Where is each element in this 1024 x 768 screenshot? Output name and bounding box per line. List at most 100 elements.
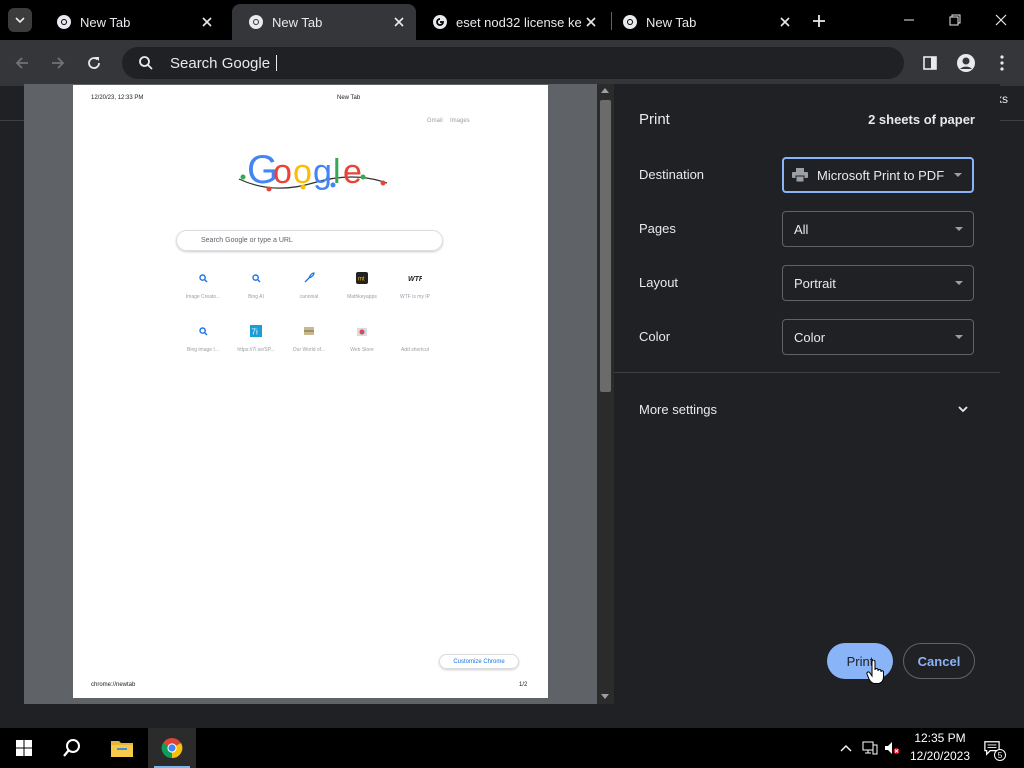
chrome-taskbar-button[interactable] bbox=[148, 728, 196, 768]
color-select[interactable]: Color bbox=[782, 319, 974, 355]
notification-count-badge: 5 bbox=[994, 749, 1006, 761]
close-icon[interactable] bbox=[390, 13, 408, 31]
tab-title: New Tab bbox=[80, 14, 131, 30]
windows-logo-icon bbox=[16, 740, 32, 756]
tab-1[interactable]: New Tab bbox=[40, 4, 224, 40]
file-explorer-button[interactable] bbox=[98, 728, 146, 768]
pages-label: Pages bbox=[639, 221, 676, 236]
print-settings-panel: Print 2 sheets of paper Destination Micr… bbox=[614, 84, 1000, 704]
search-icon bbox=[139, 56, 153, 70]
arrow-right-icon bbox=[52, 57, 65, 69]
layout-select[interactable]: Portrait bbox=[782, 265, 974, 301]
tab-2[interactable]: New Tab bbox=[232, 4, 416, 40]
pages-select[interactable]: All bbox=[782, 211, 974, 247]
menu-button[interactable] bbox=[990, 51, 1014, 75]
chrome-icon bbox=[248, 14, 264, 30]
scroll-down-arrow-icon[interactable] bbox=[601, 694, 609, 699]
destination-value: Microsoft Print to PDF bbox=[817, 167, 945, 183]
side-panel-icon bbox=[923, 56, 937, 70]
omnibox[interactable]: Search Google bbox=[122, 47, 904, 79]
preview-footer-page: 1/2 bbox=[519, 682, 528, 688]
more-settings-toggle[interactable]: More settings bbox=[639, 402, 717, 417]
preview-shortcut: WTF WTF is my IP bbox=[389, 270, 441, 310]
google-icon bbox=[432, 14, 448, 30]
dropdown-arrow-icon bbox=[955, 281, 963, 285]
search-icon bbox=[195, 323, 211, 339]
taskbar-search-button[interactable] bbox=[48, 728, 96, 768]
back-button[interactable] bbox=[10, 51, 34, 75]
tab-strip: New Tab New Tab eset nod32 license key N… bbox=[0, 0, 1024, 40]
tab-title: New Tab bbox=[272, 14, 323, 30]
preview-shortcut: mt Mathkeyapps bbox=[336, 270, 388, 310]
layout-value: Portrait bbox=[794, 275, 836, 291]
preview-scrollbar[interactable] bbox=[597, 84, 614, 704]
show-hidden-icons-button[interactable] bbox=[838, 740, 854, 756]
chrome-icon bbox=[622, 14, 638, 30]
scroll-up-arrow-icon[interactable] bbox=[601, 88, 609, 93]
preview-gmail-link: Gmail bbox=[427, 118, 443, 124]
search-icon bbox=[248, 270, 264, 286]
shortcut-label: Bing AI bbox=[248, 294, 264, 300]
chevron-down-icon bbox=[15, 17, 25, 24]
reload-icon bbox=[88, 57, 100, 69]
preview-customize-chrome: Customize Chrome bbox=[439, 654, 519, 669]
color-value: Color bbox=[794, 329, 826, 345]
color-label: Color bbox=[639, 329, 671, 344]
layout-label: Layout bbox=[639, 275, 679, 290]
close-icon[interactable] bbox=[198, 13, 216, 31]
shortcut-label: Web Store bbox=[350, 347, 374, 353]
7i-icon: 7i bbox=[248, 323, 264, 339]
cancel-button[interactable]: Cancel bbox=[903, 643, 975, 679]
windows-taskbar: 12:35 PM 12/20/2023 bbox=[0, 728, 1024, 768]
search-icon bbox=[195, 270, 211, 286]
start-button[interactable] bbox=[0, 728, 48, 768]
printer-icon bbox=[792, 168, 808, 182]
tab-search-button[interactable] bbox=[8, 8, 32, 32]
plus-icon bbox=[813, 15, 825, 27]
destination-select[interactable]: Microsoft Print to PDF bbox=[782, 157, 974, 193]
tab-3[interactable]: eset nod32 license key bbox=[416, 4, 608, 40]
close-window-button[interactable] bbox=[978, 4, 1024, 36]
shortcut-label: https://7i.se/SP... bbox=[237, 347, 275, 353]
shortcut-label: Mathkeyapps bbox=[347, 294, 377, 300]
clock-date[interactable]: 12/20/2023 bbox=[906, 749, 974, 763]
preview-footer-url: chrome://newtab bbox=[91, 682, 136, 688]
network-button[interactable] bbox=[862, 740, 878, 756]
side-panel-button[interactable] bbox=[918, 51, 942, 75]
scrollbar-thumb[interactable] bbox=[600, 100, 611, 392]
google-doodle-logo: G o o g l e bbox=[238, 148, 388, 192]
forward-button[interactable] bbox=[46, 51, 70, 75]
close-icon[interactable] bbox=[776, 13, 794, 31]
dropdown-arrow-icon bbox=[955, 335, 963, 339]
shortcut-label: canonial bbox=[299, 294, 319, 300]
reload-button[interactable] bbox=[82, 51, 106, 75]
svg-text:7i: 7i bbox=[252, 328, 258, 337]
preview-shortcut: Web Store bbox=[336, 323, 388, 363]
preview-header-title: New Tab bbox=[337, 95, 361, 101]
preview-shortcut: Bing AI bbox=[230, 270, 282, 310]
volume-button[interactable] bbox=[884, 740, 900, 756]
minimize-button[interactable] bbox=[886, 4, 932, 36]
tab-4[interactable]: New Tab bbox=[606, 4, 802, 40]
restore-icon bbox=[949, 14, 961, 26]
restore-button[interactable] bbox=[932, 4, 978, 36]
profile-button[interactable] bbox=[954, 51, 978, 75]
preview-shortcut: Our World of... bbox=[283, 323, 335, 363]
folder-icon bbox=[111, 741, 133, 757]
preview-images-link: Images bbox=[450, 118, 470, 124]
avatar-icon bbox=[957, 54, 975, 72]
world-icon bbox=[301, 323, 317, 339]
tab-title: eset nod32 license key bbox=[456, 14, 582, 30]
new-tab-button[interactable] bbox=[808, 10, 830, 32]
clock-time[interactable]: 12:35 PM bbox=[906, 731, 974, 745]
close-icon[interactable] bbox=[582, 13, 600, 31]
close-icon bbox=[995, 14, 1007, 26]
shortcut-label: Image Creato... bbox=[185, 294, 221, 300]
tab-title: New Tab bbox=[646, 14, 697, 30]
text-caret bbox=[276, 55, 278, 71]
chevron-down-icon[interactable] bbox=[956, 402, 970, 416]
shortcut-label: Bing image I... bbox=[187, 347, 219, 353]
svg-text:e: e bbox=[343, 153, 362, 191]
plus-icon bbox=[407, 323, 423, 339]
omnibox-text[interactable]: Search Google bbox=[170, 55, 270, 72]
